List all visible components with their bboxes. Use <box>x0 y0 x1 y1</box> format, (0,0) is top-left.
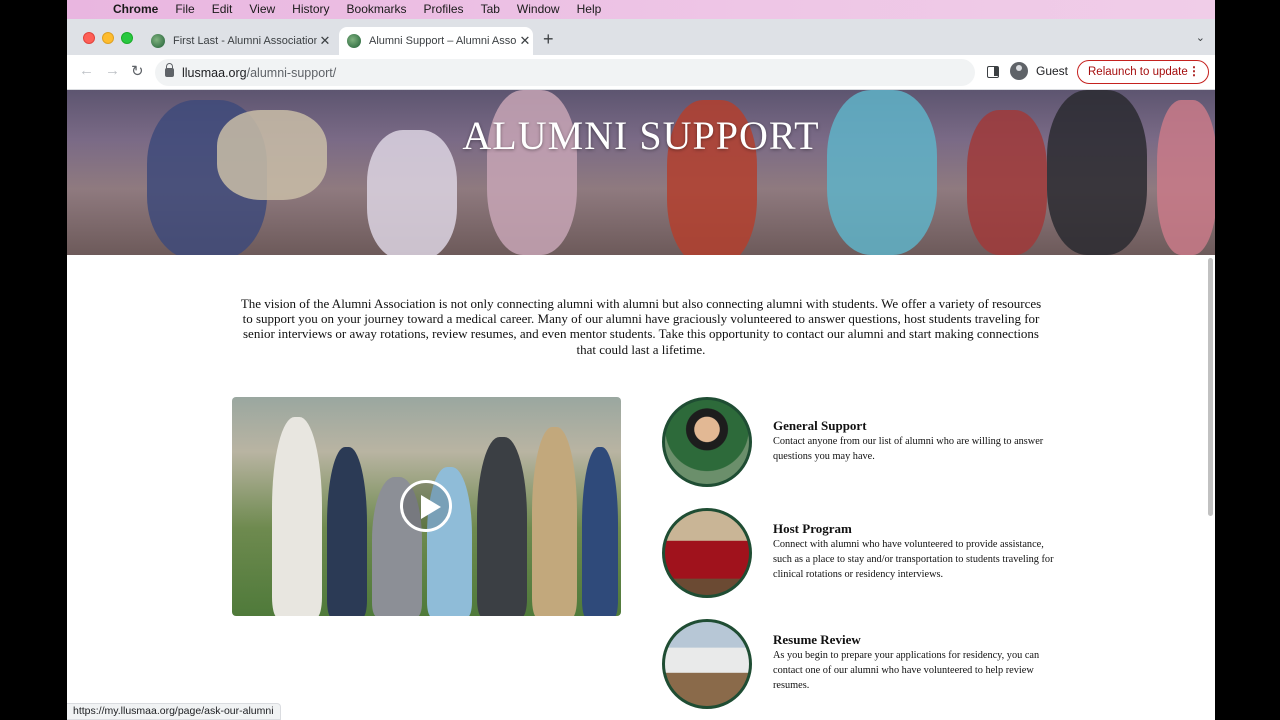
favicon-icon <box>151 34 165 48</box>
favicon-icon <box>347 34 361 48</box>
lock-icon[interactable] <box>165 63 174 77</box>
close-window-button[interactable] <box>83 32 95 44</box>
new-tab-icon[interactable]: + <box>543 29 554 50</box>
tab-first-last[interactable]: First Last - Alumni Association ✕ <box>151 27 333 55</box>
menu-window[interactable]: Window <box>517 0 560 19</box>
menu-profiles[interactable]: Profiles <box>424 0 464 19</box>
relaunch-to-update-button[interactable]: Relaunch to update ⋮ <box>1077 60 1209 84</box>
feature-description: Connect with alumni who have volunteered… <box>773 539 1054 580</box>
back-arrow-icon[interactable]: ← <box>79 62 94 79</box>
menu-history[interactable]: History <box>292 0 329 19</box>
general-support-photo <box>662 397 752 487</box>
close-tab-icon[interactable]: ✕ <box>317 33 333 49</box>
menu-bookmarks[interactable]: Bookmarks <box>347 0 407 19</box>
reload-icon[interactable]: ↻ <box>131 62 144 80</box>
feature-title: Host Program <box>773 521 852 536</box>
page-title: ALUMNI SUPPORT <box>462 113 820 158</box>
tab-search-chevron-icon[interactable]: ⌄ <box>1196 31 1205 44</box>
video-player[interactable] <box>232 397 621 616</box>
forward-arrow-icon[interactable]: → <box>105 62 120 79</box>
browser-window: First Last - Alumni Association ✕ Alumni… <box>67 19 1215 720</box>
browser-toolbar: ← → ↻ llusmaa.org/alumni-support/ Guest … <box>67 55 1215 90</box>
url-host: llusmaa.org <box>182 65 247 80</box>
minimize-window-button[interactable] <box>102 32 114 44</box>
macos-menu-bar: Chrome File Edit View History Bookmarks … <box>67 0 1215 19</box>
menu-app-name[interactable]: Chrome <box>113 0 158 19</box>
page-viewport: ALUMNI SUPPORT The vision of the Alumni … <box>67 90 1215 720</box>
status-bar-url: https://my.llusmaa.org/page/ask-our-alum… <box>67 703 281 720</box>
relaunch-label: Relaunch to update <box>1088 66 1188 78</box>
tab-alumni-support[interactable]: Alumni Support – Alumni Asso ✕ <box>339 27 533 55</box>
url-path: /alumni-support/ <box>246 65 337 80</box>
zoom-window-button[interactable] <box>121 32 133 44</box>
profile-label: Guest <box>1036 64 1069 78</box>
close-tab-icon[interactable]: ✕ <box>517 33 533 49</box>
resume-review-photo <box>662 619 752 709</box>
feature-title: Resume Review <box>773 632 861 647</box>
menu-file[interactable]: File <box>175 0 194 19</box>
side-panel-icon[interactable] <box>987 66 999 78</box>
hero-banner: ALUMNI SUPPORT <box>67 90 1215 255</box>
tab-strip: First Last - Alumni Association ✕ Alumni… <box>67 19 1215 55</box>
feature-description: As you begin to prepare your application… <box>773 650 1040 691</box>
scrollbar-thumb[interactable] <box>1208 258 1213 516</box>
profile-button[interactable]: Guest <box>1010 62 1068 80</box>
tab-title: First Last - Alumni Association <box>173 35 317 47</box>
feature-description: Contact anyone from our list of alumni w… <box>773 436 1044 462</box>
more-options-icon[interactable]: ⋮ <box>1188 64 1200 78</box>
menu-help[interactable]: Help <box>577 0 602 19</box>
menu-view[interactable]: View <box>249 0 275 19</box>
tab-title: Alumni Support – Alumni Asso <box>369 35 517 47</box>
feature-title: General Support <box>773 418 867 433</box>
play-icon[interactable] <box>400 480 452 532</box>
address-bar[interactable]: llusmaa.org/alumni-support/ <box>155 59 975 86</box>
intro-paragraph: The vision of the Alumni Association is … <box>240 296 1042 357</box>
menu-tab[interactable]: Tab <box>481 0 500 19</box>
menu-edit[interactable]: Edit <box>212 0 233 19</box>
avatar-icon <box>1010 62 1028 80</box>
host-program-photo <box>662 508 752 598</box>
